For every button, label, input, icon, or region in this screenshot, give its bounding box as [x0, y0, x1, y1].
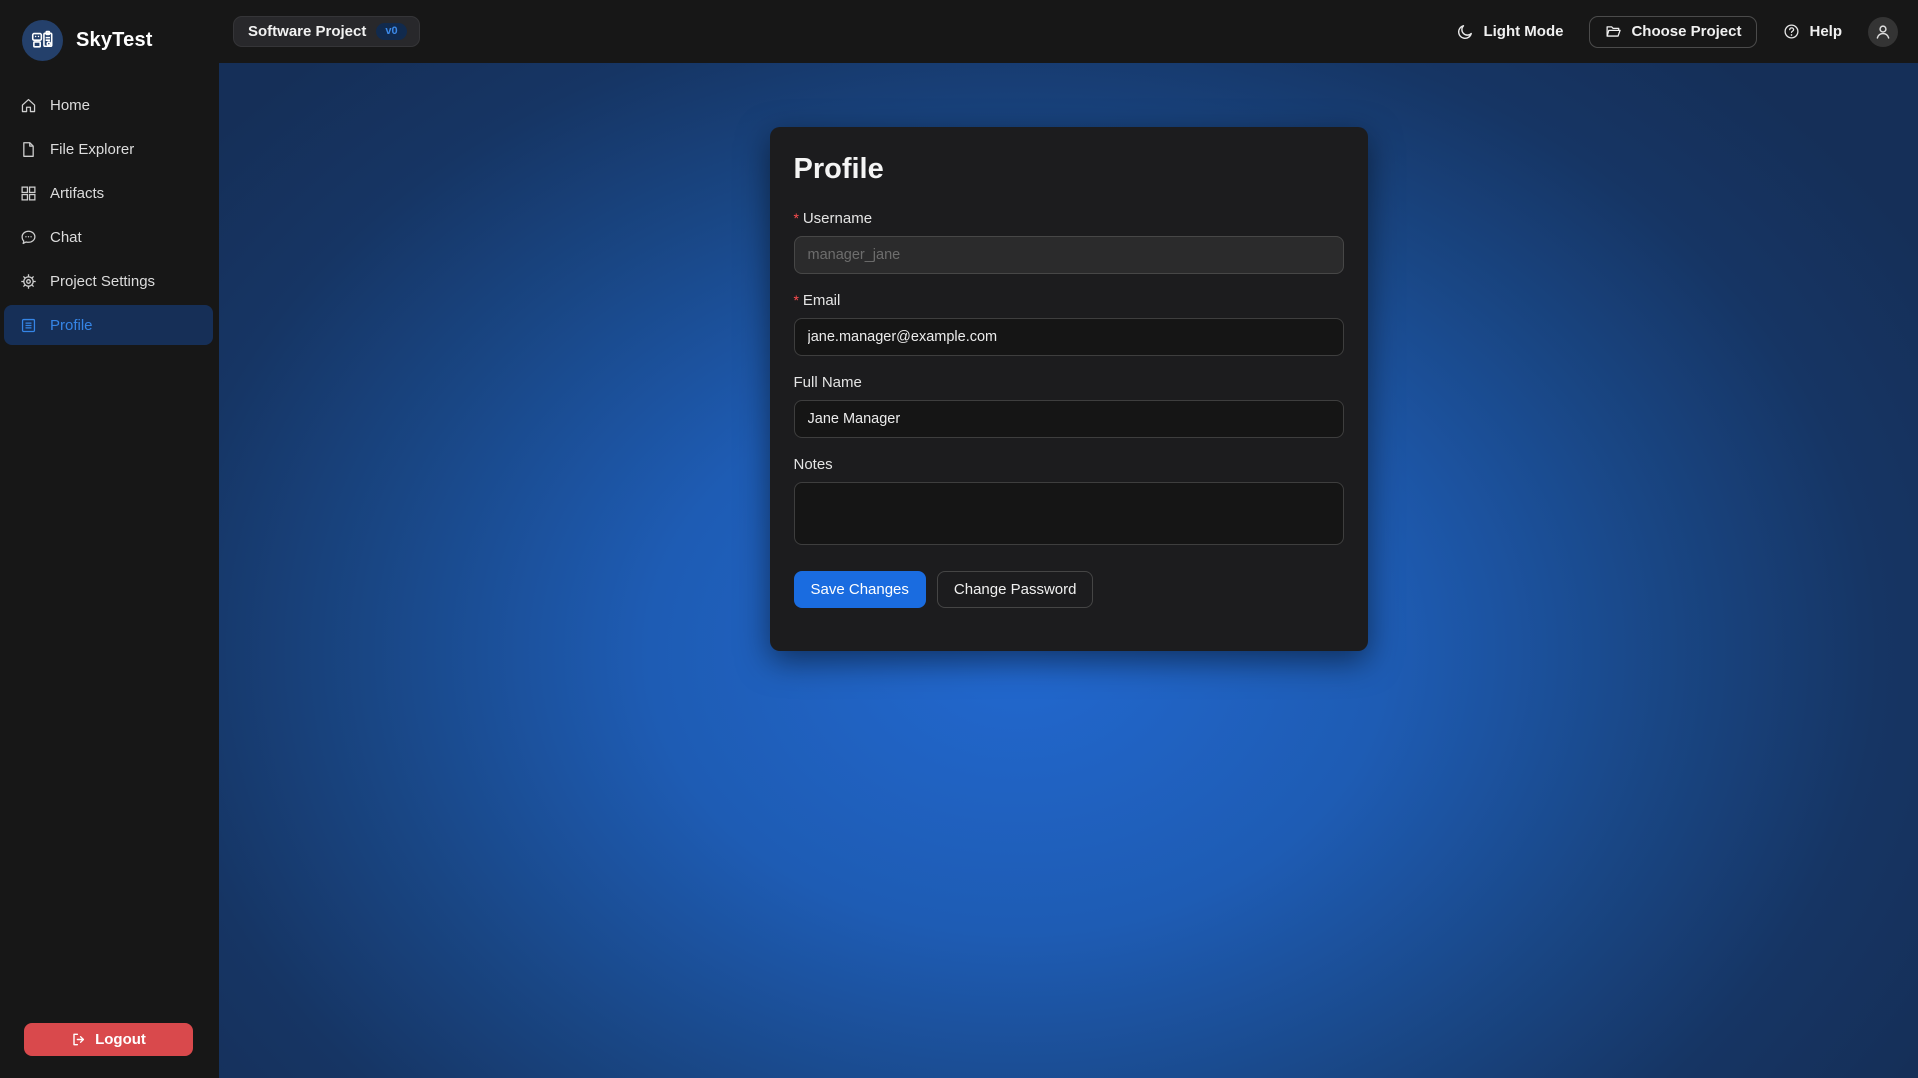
full-name-input[interactable]: [793, 400, 1344, 438]
sidebar-item-label: Home: [50, 96, 91, 114]
skytest-logo-icon: [22, 20, 63, 61]
sidebar-item-label: File Explorer: [50, 140, 135, 158]
sidebar: SkyTest Home File Explorer Artifacts Cha…: [0, 0, 219, 1078]
form-actions: Save Changes Change Password: [793, 571, 1344, 608]
user-avatar[interactable]: [1868, 16, 1898, 47]
notes-textarea[interactable]: [793, 482, 1344, 545]
sidebar-nav: Home File Explorer Artifacts Chat Projec…: [0, 85, 219, 345]
appstore-grid-icon: [20, 185, 37, 202]
profile-card: Profile Username Email Full Name Notes S…: [769, 127, 1368, 651]
page-title: Profile: [793, 153, 884, 185]
username-input[interactable]: [793, 236, 1344, 274]
sidebar-item-chat[interactable]: Chat: [4, 217, 213, 257]
email-field-group: Email: [793, 292, 1344, 356]
logout-button[interactable]: Logout: [24, 1023, 193, 1056]
sidebar-item-project-settings[interactable]: Project Settings: [4, 261, 213, 301]
username-field-group: Username: [793, 210, 1344, 274]
topbar: Software Project v0 Light Mode Choose Pr…: [219, 0, 1918, 63]
sidebar-item-label: Project Settings: [50, 272, 156, 290]
moon-icon: [1457, 23, 1474, 40]
sidebar-item-label: Artifacts: [50, 184, 105, 202]
sidebar-item-profile[interactable]: Profile: [4, 305, 213, 345]
email-label: Email: [794, 292, 1344, 309]
sidebar-item-label: Chat: [50, 228, 82, 246]
username-label: Username: [794, 210, 1344, 227]
folder-open-icon: [1605, 23, 1622, 40]
notes-label: Notes: [793, 456, 833, 473]
full-name-field-group: Full Name: [793, 374, 1344, 438]
logout-icon: [71, 1032, 86, 1047]
project-badge-label: Software Project: [248, 23, 367, 40]
sidebar-item-home[interactable]: Home: [4, 85, 213, 125]
project-badge[interactable]: Software Project v0: [233, 16, 420, 47]
email-input[interactable]: [793, 318, 1344, 356]
sidebar-item-artifacts[interactable]: Artifacts: [4, 173, 213, 213]
brand: SkyTest: [0, 0, 219, 61]
choose-project-label: Choose Project: [1631, 23, 1742, 40]
main-content: Profile Username Email Full Name Notes S…: [219, 63, 1918, 1078]
project-version-pill: v0: [376, 23, 407, 40]
save-changes-button[interactable]: Save Changes: [793, 571, 926, 608]
home-icon: [20, 97, 37, 114]
sidebar-item-label: Profile: [50, 316, 93, 334]
gear-icon: [20, 273, 37, 290]
question-circle-icon: [1783, 23, 1800, 40]
full-name-label: Full Name: [793, 374, 862, 391]
notes-field-group: Notes: [793, 456, 1344, 550]
brand-name: SkyTest: [76, 29, 153, 51]
user-icon: [1874, 23, 1892, 41]
profile-card-icon: [20, 317, 37, 334]
change-password-button[interactable]: Change Password: [936, 571, 1094, 608]
light-mode-toggle[interactable]: Light Mode: [1457, 23, 1563, 40]
light-mode-label: Light Mode: [1483, 23, 1564, 40]
chat-bubble-icon: [20, 229, 37, 246]
logout-label: Logout: [95, 1031, 146, 1048]
choose-project-button[interactable]: Choose Project: [1589, 15, 1758, 48]
help-link[interactable]: Help: [1783, 23, 1842, 40]
help-label: Help: [1809, 23, 1842, 40]
file-icon: [20, 141, 37, 158]
sidebar-item-file-explorer[interactable]: File Explorer: [4, 129, 213, 169]
